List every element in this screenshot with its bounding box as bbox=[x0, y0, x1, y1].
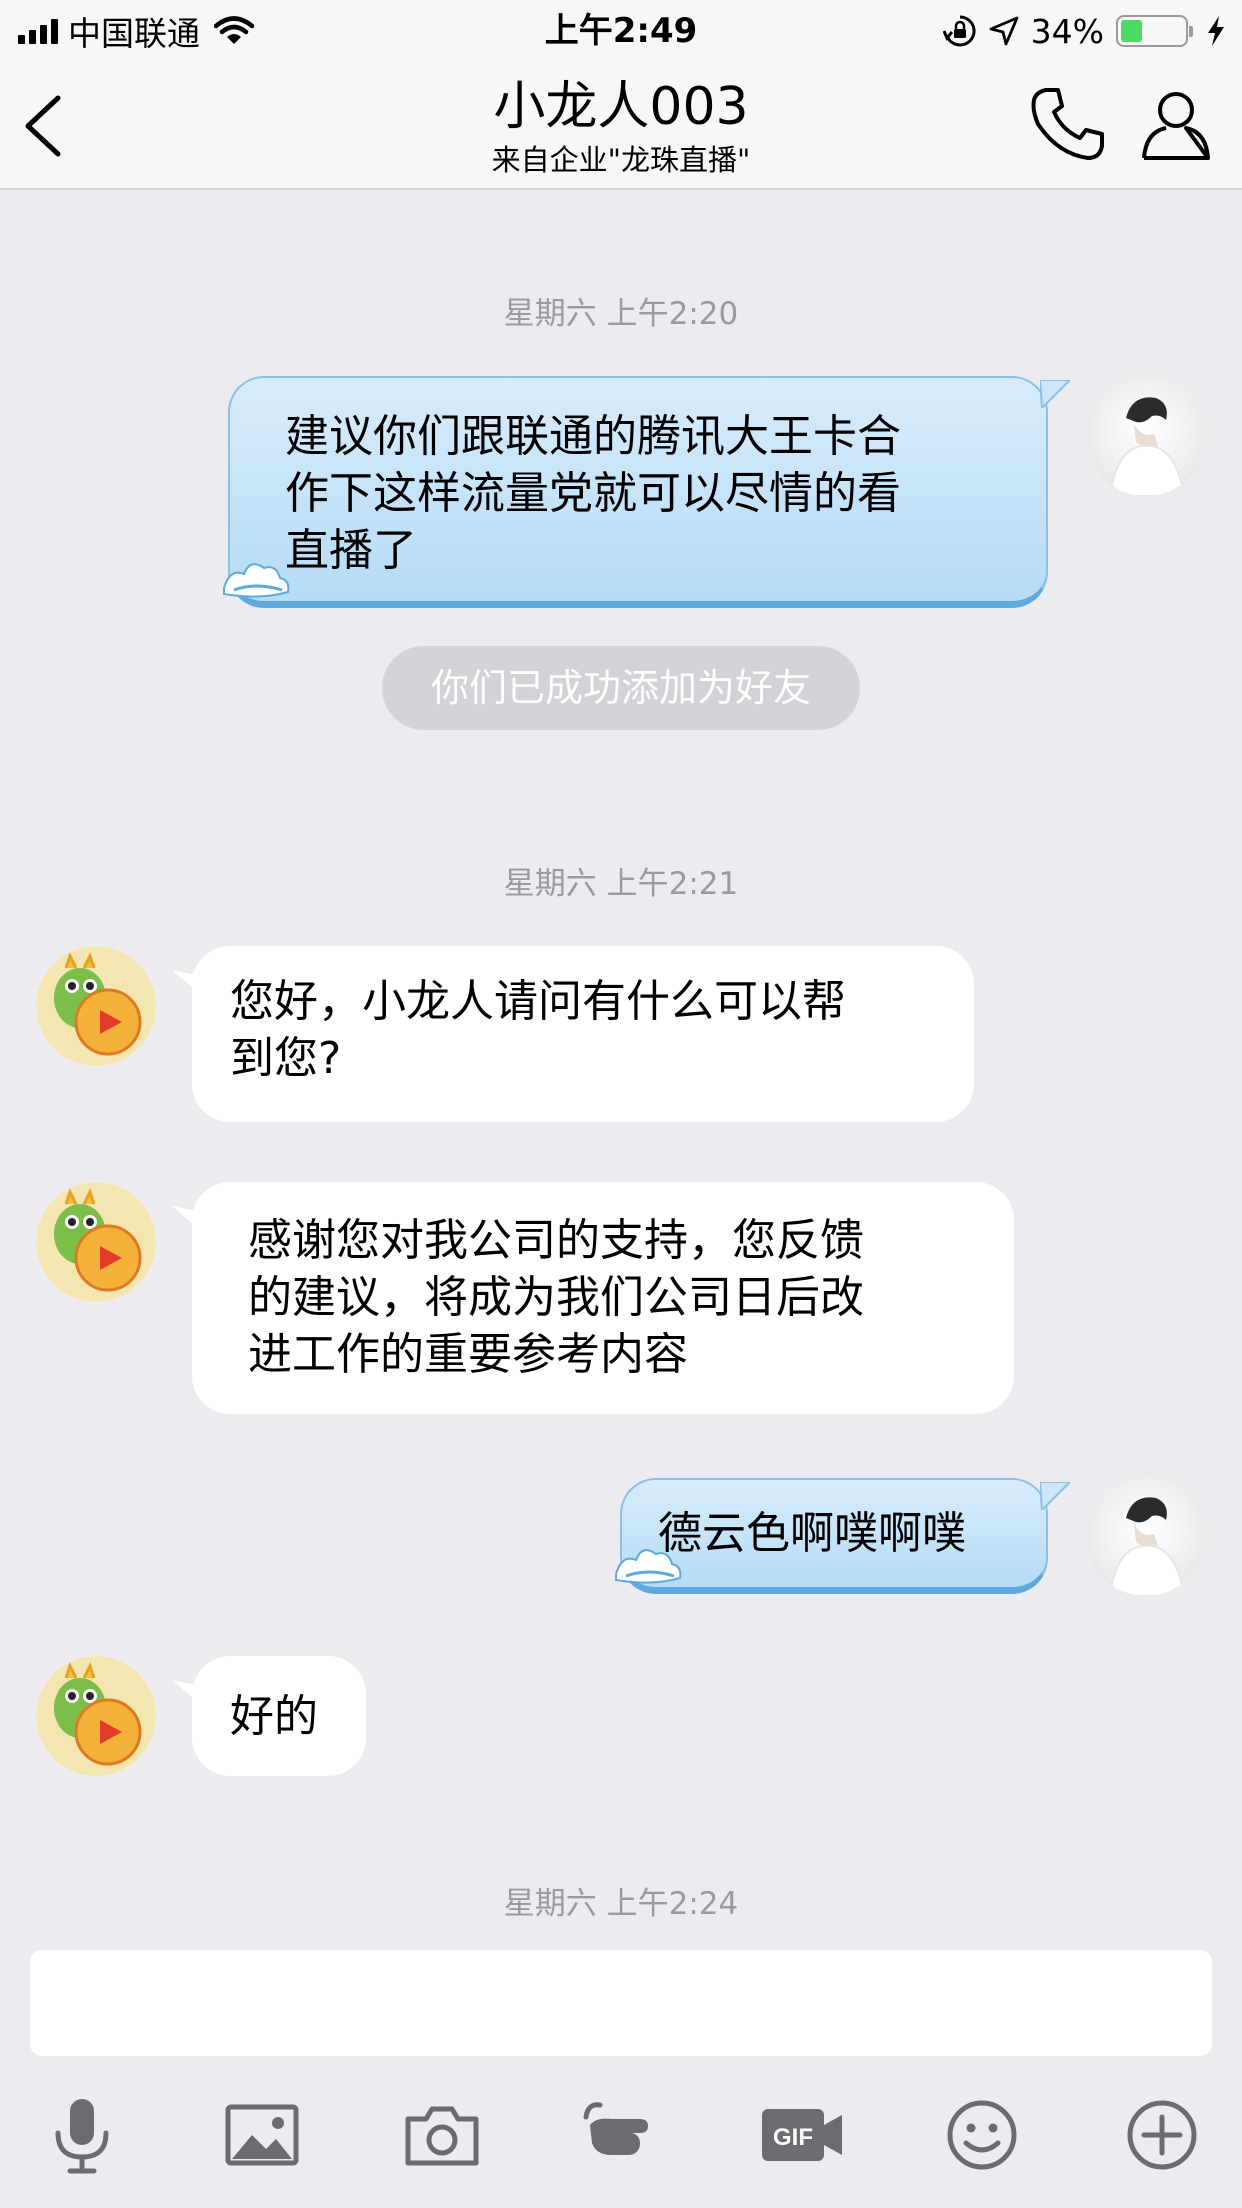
dragon-mascot-icon bbox=[36, 1182, 156, 1302]
location-arrow-icon bbox=[989, 16, 1019, 46]
orientation-lock-icon bbox=[942, 15, 976, 47]
message-text: 您好，小龙人请问有什么可以帮 bbox=[230, 976, 846, 1027]
image-icon bbox=[225, 2104, 299, 2166]
emoji-button[interactable] bbox=[942, 2095, 1022, 2175]
message-bubble-incoming[interactable]: 好的 bbox=[192, 1656, 366, 1776]
message-input[interactable] bbox=[30, 1950, 1212, 2056]
message-text: 好的 bbox=[230, 1691, 318, 1742]
person-icon bbox=[1142, 92, 1210, 160]
emoji-icon bbox=[947, 2100, 1017, 2170]
camera-icon bbox=[405, 2106, 479, 2166]
my-avatar[interactable] bbox=[1086, 1476, 1206, 1596]
plus-icon bbox=[1127, 2100, 1197, 2170]
battery-level bbox=[1121, 20, 1143, 42]
message-text: 作下这样流量党就可以尽情的看 bbox=[285, 468, 901, 519]
dragon-mascot-icon bbox=[36, 1656, 156, 1776]
phone-icon bbox=[1031, 88, 1104, 160]
timestamp: 星期六 上午2:20 bbox=[503, 296, 739, 332]
bubble-tail bbox=[1040, 1482, 1070, 1510]
gif-button[interactable]: GIF bbox=[760, 2095, 842, 2175]
my-avatar[interactable] bbox=[1086, 376, 1206, 496]
message-text: 的建议，将成为我们公司日后改 bbox=[248, 1272, 864, 1323]
microphone-icon bbox=[55, 2099, 109, 2174]
status-right: 34% bbox=[942, 10, 1226, 52]
message-text: 德云色啊噗啊噗 bbox=[658, 1508, 966, 1559]
timestamp: 星期六 上午2:24 bbox=[503, 1886, 739, 1922]
message-text: 直播了 bbox=[285, 525, 417, 576]
message-bubble-incoming[interactable]: 感谢您对我公司的支持，您反馈 的建议，将成为我们公司日后改 进工作的重要参考内容 bbox=[192, 1182, 1014, 1414]
bubble-tail bbox=[1040, 380, 1070, 408]
message-text: 进工作的重要参考内容 bbox=[248, 1329, 688, 1380]
contact-avatar[interactable] bbox=[36, 1656, 156, 1776]
message-text: 建议你们跟联通的腾讯大王卡合 bbox=[285, 411, 901, 462]
profile-button[interactable] bbox=[1136, 84, 1216, 164]
contact-avatar[interactable] bbox=[36, 946, 156, 1066]
contact-avatar[interactable] bbox=[36, 1182, 156, 1302]
image-button[interactable] bbox=[222, 2095, 302, 2175]
message-text: 感谢您对我公司的支持，您反馈 bbox=[248, 1215, 864, 1266]
voice-button[interactable] bbox=[42, 2095, 122, 2175]
gif-label: GIF bbox=[773, 2124, 813, 2151]
nav-bar: 小龙人003 来自企业"龙珠直播" bbox=[0, 62, 1242, 190]
camera-button[interactable] bbox=[402, 2095, 482, 2175]
dragon-mascot-icon bbox=[36, 946, 156, 1066]
more-button[interactable] bbox=[1122, 2095, 1202, 2175]
wave-decoration-icon bbox=[223, 563, 290, 598]
wave-decoration-icon bbox=[615, 1549, 682, 1584]
battery-percent: 34% bbox=[1030, 11, 1104, 51]
timestamp: 星期六 上午2:21 bbox=[503, 866, 739, 902]
avatar-photo-icon bbox=[1108, 397, 1186, 496]
message-text: 到您? bbox=[230, 1033, 342, 1084]
message-bubble-outgoing[interactable]: 德云色啊噗啊噗 bbox=[620, 1478, 1048, 1594]
avatar-photo-icon bbox=[1108, 1497, 1186, 1596]
message-bubble-outgoing[interactable]: 建议你们跟联通的腾讯大王卡合 作下这样流量党就可以尽情的看 直播了 bbox=[228, 376, 1048, 608]
system-note: 你们已成功添加为好友 bbox=[382, 646, 860, 730]
pointing-hand-icon bbox=[583, 2102, 648, 2155]
status-bar: 中国联通 上午2:49 34% bbox=[0, 0, 1242, 62]
message-bubble-incoming[interactable]: 您好，小龙人请问有什么可以帮 到您? bbox=[192, 946, 974, 1122]
battery-icon bbox=[1116, 15, 1193, 47]
poke-button[interactable] bbox=[582, 2095, 662, 2175]
charging-bolt-icon bbox=[1208, 16, 1224, 46]
call-button[interactable] bbox=[1028, 84, 1108, 164]
gif-icon: GIF bbox=[762, 2109, 842, 2161]
